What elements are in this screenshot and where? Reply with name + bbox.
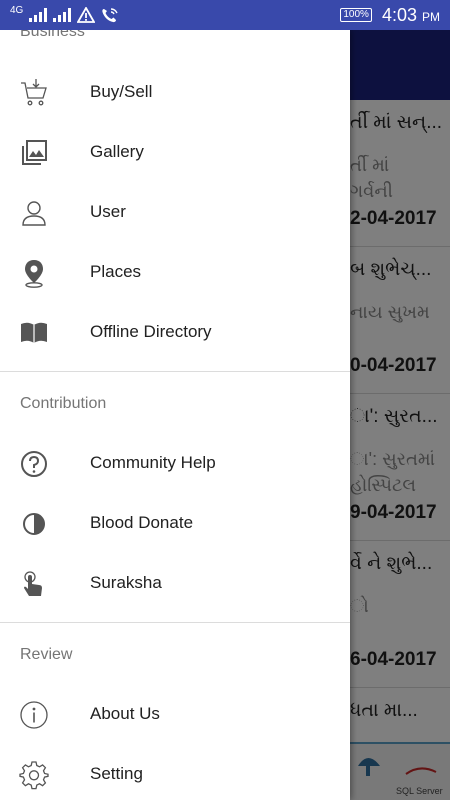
clock-time: 4:03	[381, 4, 417, 25]
scrim-overlay[interactable]	[350, 30, 450, 800]
location-pin-icon	[18, 257, 50, 289]
status-bar: 4G 100% 4:03 PM	[0, 0, 450, 30]
signal-icon	[29, 8, 48, 22]
touch-icon	[18, 568, 50, 600]
drawer-item-label: User	[90, 202, 126, 221]
drawer-item-label: Places	[90, 262, 142, 281]
drawer-item-label: Setting	[90, 764, 143, 783]
drawer-item-setting[interactable]: Setting	[0, 744, 350, 800]
clock-ampm: PM	[422, 9, 440, 24]
signal-icon	[53, 8, 72, 22]
cart-icon	[18, 77, 50, 109]
network-type: 4G	[10, 4, 24, 16]
drawer-item-offline-directory[interactable]: Offline Directory	[0, 302, 350, 362]
drawer-item-community-help[interactable]: Community Help	[0, 433, 350, 493]
drawer-item-buy-sell[interactable]: Buy/Sell	[0, 62, 350, 122]
user-icon	[18, 197, 50, 229]
section-title-contribution: Contribution	[20, 395, 107, 412]
navigation-drawer: Business Buy/Sell Gallery User Places Of…	[0, 30, 350, 800]
info-icon	[18, 699, 50, 731]
drawer-item-label: Offline Directory	[90, 322, 212, 341]
battery-indicator: 100%	[340, 8, 372, 22]
drawer-item-label: Community Help	[90, 453, 216, 472]
section-title-business: Business	[20, 30, 85, 40]
drawer-item-places[interactable]: Places	[0, 242, 350, 302]
book-icon	[18, 317, 50, 349]
drawer-item-gallery[interactable]: Gallery	[0, 122, 350, 182]
section-title-review: Review	[20, 646, 73, 663]
clock: 4:03 PM	[382, 5, 440, 26]
phone-wifi-icon	[101, 7, 119, 23]
drawer-item-suraksha[interactable]: Suraksha	[0, 553, 350, 613]
gear-icon	[18, 759, 50, 791]
drawer-item-label: Blood Donate	[90, 513, 194, 532]
drawer-item-blood-donate[interactable]: Blood Donate	[0, 493, 350, 553]
section-divider	[0, 371, 350, 372]
warning-icon	[77, 7, 96, 23]
drawer-item-user[interactable]: User	[0, 182, 350, 242]
section-divider	[0, 622, 350, 623]
drawer-item-label: Buy/Sell	[90, 82, 153, 101]
drawer-item-label: Suraksha	[90, 573, 162, 592]
gallery-icon	[18, 137, 50, 169]
blood-drop-icon	[18, 508, 50, 540]
help-icon	[18, 448, 50, 480]
drawer-item-label: About Us	[90, 704, 160, 723]
drawer-item-about-us[interactable]: About Us	[0, 684, 350, 744]
drawer-item-label: Gallery	[90, 142, 144, 161]
